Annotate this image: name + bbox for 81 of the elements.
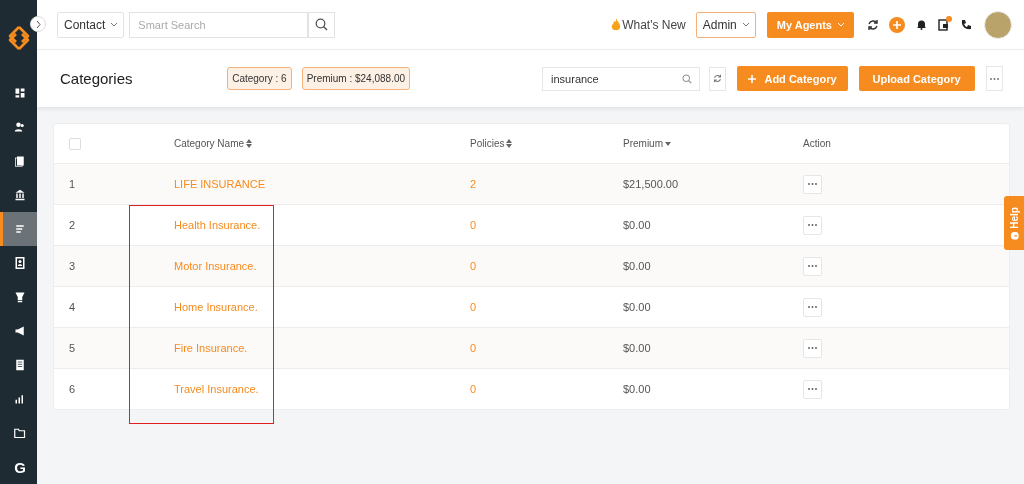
column-header[interactable]: Policies bbox=[470, 138, 513, 149]
caret-icon bbox=[838, 22, 844, 27]
policies-count: 0 bbox=[470, 219, 478, 231]
sidebar-icon bbox=[14, 189, 26, 201]
plus-icon bbox=[748, 74, 757, 83]
category-search-field[interactable]: insurance bbox=[542, 66, 701, 91]
premium-cell-text: $21,500.00 bbox=[623, 178, 680, 190]
info-icon bbox=[1010, 231, 1018, 240]
premium-cell-text: $0.00 bbox=[623, 301, 652, 313]
module-dropdown[interactable]: Contact bbox=[57, 11, 125, 38]
sidebar-icon bbox=[14, 257, 26, 269]
page-title: Categories bbox=[60, 70, 134, 87]
logo-icon bbox=[8, 26, 30, 50]
flame-icon bbox=[611, 17, 622, 32]
refresh-button[interactable] bbox=[709, 66, 727, 91]
policies-count: 0 bbox=[470, 260, 478, 272]
bell-icon[interactable] bbox=[917, 19, 926, 30]
column-header[interactable]: Premium bbox=[623, 138, 671, 149]
category-name-link[interactable]: Home Insurance. bbox=[174, 301, 470, 313]
phone-icon[interactable] bbox=[961, 19, 972, 30]
sort-icon[interactable] bbox=[246, 139, 253, 148]
search-icon bbox=[315, 18, 329, 31]
add-category-button[interactable]: Add Category bbox=[737, 66, 848, 91]
search-button[interactable] bbox=[308, 11, 336, 38]
policies-count: 2 bbox=[470, 178, 478, 190]
premium-cell-text: $0.00 bbox=[623, 342, 652, 354]
row-actions-button[interactable] bbox=[803, 379, 822, 399]
column-header: Action bbox=[803, 138, 831, 149]
caret-icon bbox=[742, 22, 749, 27]
upload-category-button[interactable]: Upload Category bbox=[858, 66, 975, 91]
row-number: 4 bbox=[69, 301, 77, 313]
row-actions-button[interactable] bbox=[803, 174, 822, 194]
summary-badge: Premium : $24,088.00 bbox=[301, 67, 411, 90]
category-name-link[interactable]: Health Insurance. bbox=[174, 219, 470, 231]
chevron-right-icon bbox=[35, 20, 41, 28]
column-header[interactable]: Category Name bbox=[174, 138, 253, 149]
sort-descending-icon[interactable] bbox=[665, 141, 671, 146]
sidebar-icon bbox=[14, 155, 26, 167]
document-icon[interactable] bbox=[938, 18, 949, 31]
policies-count: 0 bbox=[470, 342, 478, 354]
premium-cell-text: $0.00 bbox=[623, 383, 652, 395]
row-actions-button[interactable] bbox=[803, 256, 822, 276]
category-name-link[interactable]: LIFE INSURANCE bbox=[174, 178, 470, 190]
category-name-link[interactable]: Motor Insurance. bbox=[174, 260, 470, 272]
sidebar-icon bbox=[14, 393, 26, 405]
role-dropdown[interactable]: Admin bbox=[695, 11, 756, 38]
more-button[interactable] bbox=[985, 66, 1003, 91]
premium-cell-text: $0.00 bbox=[623, 260, 652, 272]
row-number: 2 bbox=[69, 219, 77, 231]
whats-new-link[interactable]: What's New bbox=[611, 17, 686, 32]
summary-badge: Category : 6 bbox=[227, 67, 292, 90]
sidebar-item[interactable]: G bbox=[0, 450, 37, 484]
row-number: 5 bbox=[69, 342, 77, 354]
sidebar-icon bbox=[14, 291, 26, 303]
row-number: 1 bbox=[69, 178, 77, 190]
refresh-icon[interactable] bbox=[867, 18, 879, 31]
sort-icon[interactable] bbox=[506, 139, 513, 148]
row-number: 3 bbox=[69, 260, 77, 272]
row-actions-button[interactable] bbox=[803, 338, 822, 358]
category-name-link[interactable]: Fire Insurance. bbox=[174, 342, 470, 354]
row-number: 6 bbox=[69, 383, 77, 395]
refresh-icon bbox=[713, 74, 723, 83]
policies-count: 0 bbox=[470, 383, 478, 395]
policies-count: 0 bbox=[470, 301, 478, 313]
help-tab[interactable]: Help bbox=[1004, 196, 1024, 250]
select-all-checkbox[interactable] bbox=[69, 137, 81, 150]
sidebar-icon bbox=[14, 223, 26, 235]
row-actions-button[interactable] bbox=[803, 215, 822, 235]
sidebar-icon bbox=[14, 121, 26, 133]
sidebar-icon bbox=[14, 359, 26, 371]
sidebar-icon bbox=[14, 325, 26, 337]
sidebar-icon bbox=[14, 427, 26, 439]
row-actions-button[interactable] bbox=[803, 297, 822, 317]
premium-cell-text: $0.00 bbox=[623, 219, 652, 231]
search-icon bbox=[682, 73, 693, 84]
category-name-link[interactable]: Travel Insurance. bbox=[174, 383, 470, 395]
ellipsis-icon bbox=[989, 77, 999, 80]
my-agents-button[interactable]: My Agents bbox=[766, 11, 854, 38]
caret-icon bbox=[111, 22, 118, 27]
smart-search-field[interactable]: Smart Search bbox=[129, 11, 309, 38]
sidebar-icon bbox=[14, 87, 26, 99]
